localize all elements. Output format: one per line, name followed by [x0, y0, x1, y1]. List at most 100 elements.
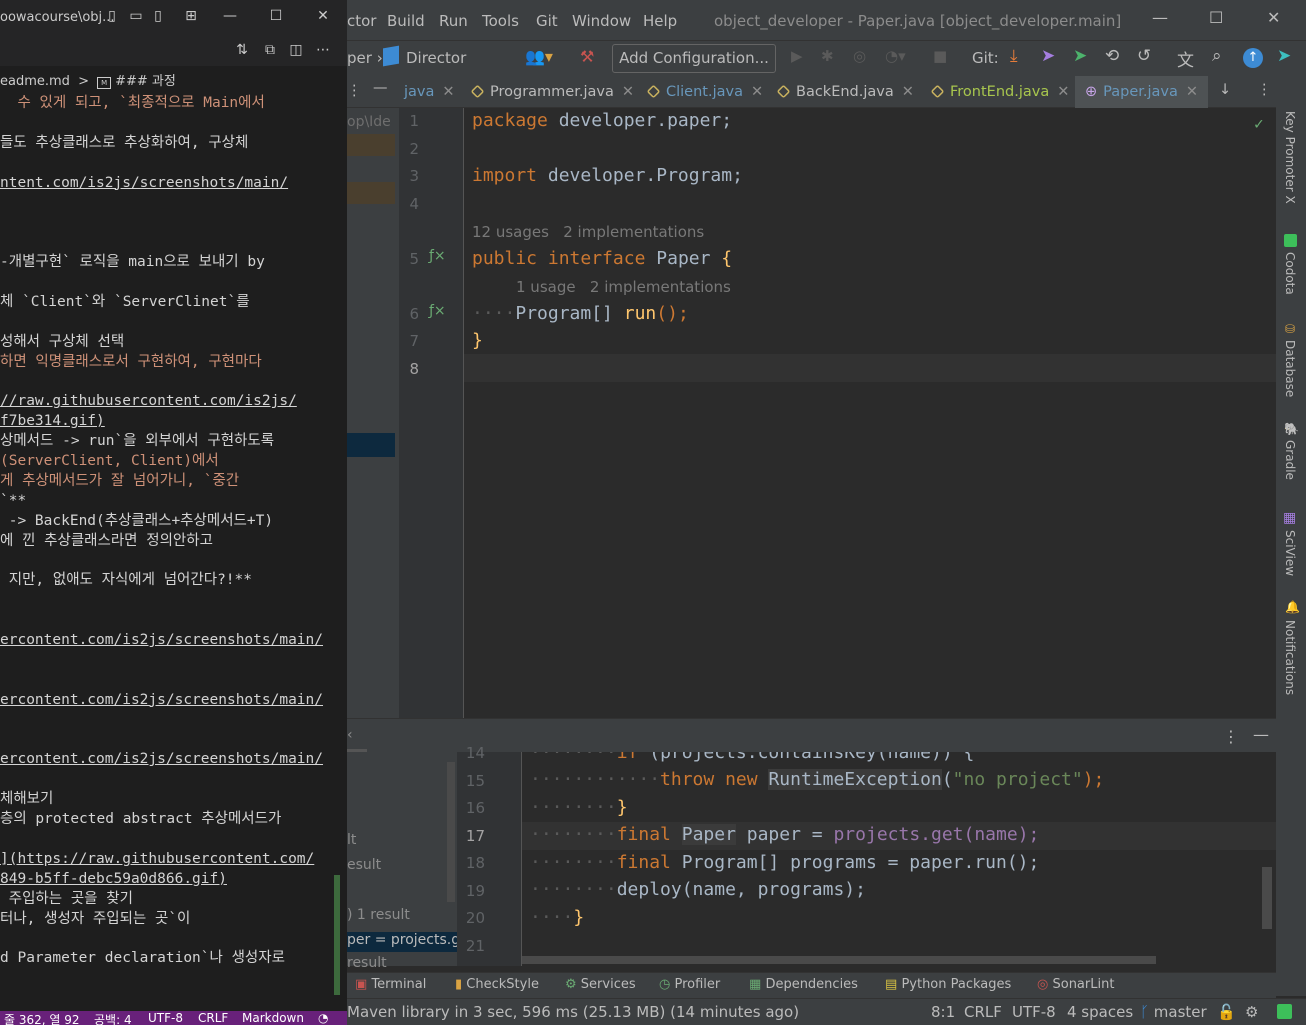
- usage-hint[interactable]: 1 usage 2 implementations: [516, 278, 731, 296]
- key-promoter-tab[interactable]: Key Promoter X: [1283, 111, 1297, 204]
- maximize-icon[interactable]: ☐: [268, 8, 284, 24]
- chevron-left-icon[interactable]: ‹: [347, 727, 353, 743]
- git-branch[interactable]: ᚴ master: [1140, 1003, 1207, 1021]
- stop-icon[interactable]: ■: [933, 47, 947, 65]
- code-editor-preview[interactable]: ········if (projects.containsKey(name)) …: [522, 752, 1276, 966]
- nav-crumb-director[interactable]: Director: [406, 49, 466, 67]
- git-push-icon[interactable]: ➤: [1073, 46, 1087, 66]
- minimize-panel-icon[interactable]: —: [1253, 725, 1269, 744]
- status-cursor-position[interactable]: 줄 362, 열 92: [4, 1011, 80, 1025]
- users-icon[interactable]: 👥▾: [525, 47, 553, 66]
- tab-client[interactable]: Client.java ✕: [646, 76, 763, 108]
- status-eol[interactable]: CRLF: [198, 1011, 228, 1025]
- sciview-tab[interactable]: SciView: [1283, 530, 1297, 576]
- minimize-icon[interactable]: —: [222, 8, 238, 24]
- tool-services[interactable]: ⚙ Services: [565, 977, 636, 992]
- tool-dependencies[interactable]: ▦ Dependencies: [749, 977, 858, 992]
- status-message[interactable]: Maven library in 3 sec, 596 ms (25.13 MB…: [347, 1003, 799, 1021]
- project-row-selected[interactable]: [347, 433, 395, 457]
- tool-terminal[interactable]: ▣ Terminal: [355, 977, 426, 992]
- tab-list-icon[interactable]: ↓: [1219, 82, 1231, 98]
- find-results-panel[interactable]: lt esult ) 1 result per = projects.ge re…: [347, 752, 457, 971]
- result-item[interactable]: lt: [347, 832, 356, 848]
- tab-close-icon[interactable]: ✕: [442, 84, 454, 100]
- menu-build[interactable]: Build: [387, 12, 425, 30]
- nav-crumb-paper[interactable]: per ›: [347, 49, 383, 67]
- sidebar-toggle-icon[interactable]: ▯: [150, 8, 166, 24]
- project-row-highlight[interactable]: [347, 134, 395, 156]
- preview-hscrollbar[interactable]: [522, 956, 1156, 964]
- breadcrumb-section[interactable]: ### 과정: [115, 74, 176, 89]
- more-vertical-icon[interactable]: ⋮: [347, 83, 362, 99]
- code-editor-top[interactable]: package developer.paper; import develope…: [464, 108, 1276, 718]
- open-preview-icon[interactable]: ⧉: [262, 42, 278, 58]
- tool-checkstyle[interactable]: ▮ CheckStyle: [455, 977, 539, 992]
- update-icon[interactable]: ↑: [1243, 48, 1263, 68]
- tab-close-icon[interactable]: ✕: [1057, 84, 1069, 100]
- coverage-icon[interactable]: ◎: [853, 47, 866, 65]
- menu-window[interactable]: Window: [572, 12, 631, 30]
- tab-paper[interactable]: ⊕ Paper.java ✕: [1075, 76, 1209, 111]
- result-item[interactable]: ) 1 result: [347, 907, 410, 923]
- tab-close-icon[interactable]: ✕: [751, 84, 763, 100]
- result-item[interactable]: esult: [347, 857, 381, 873]
- status-encoding[interactable]: UTF-8: [1012, 1003, 1056, 1021]
- profile-icon[interactable]: ◔▾: [885, 47, 906, 65]
- tab-more-icon[interactable]: ⋮: [1257, 82, 1272, 98]
- lock-icon[interactable]: 🔓: [1217, 1003, 1236, 1021]
- tab-frontend[interactable]: FrontEnd.java ✕: [930, 76, 1069, 108]
- status-indent[interactable]: 4 spaces: [1067, 1003, 1133, 1021]
- code-with-me-icon[interactable]: ➤: [1277, 46, 1291, 66]
- tab-close-icon[interactable]: ✕: [622, 84, 634, 100]
- results-scrollbar[interactable]: [447, 762, 455, 902]
- tab-close-icon[interactable]: ✕: [1186, 84, 1198, 100]
- implementations-icon[interactable]: ƒ×: [429, 303, 446, 319]
- implementations-icon[interactable]: ƒ×: [429, 248, 446, 264]
- no-problems-check-icon[interactable]: ✓: [1254, 114, 1264, 133]
- tab-programmer[interactable]: Programmer.java ✕: [470, 76, 634, 108]
- split-editor-icon[interactable]: ◫: [288, 42, 304, 58]
- tab-close-icon[interactable]: ✕: [902, 84, 914, 100]
- history-icon[interactable]: ⟲: [1105, 46, 1119, 66]
- menu-git[interactable]: Git: [536, 12, 558, 30]
- more-vertical-icon[interactable]: ⋮: [1223, 727, 1239, 746]
- vscode-scrollbar[interactable]: [334, 875, 340, 995]
- codota-status-icon[interactable]: [1277, 1004, 1292, 1019]
- ij-minimize-icon[interactable]: —: [1152, 8, 1168, 27]
- tool-python-packages[interactable]: ▤ Python Packages: [885, 977, 1011, 992]
- tab-java[interactable]: java ✕: [404, 76, 455, 108]
- collapse-icon[interactable]: —: [373, 80, 388, 96]
- project-row-highlight[interactable]: [347, 182, 395, 204]
- build-hammer-icon[interactable]: ⚒: [580, 47, 594, 66]
- preview-scrollbar[interactable]: [1262, 867, 1272, 929]
- add-configuration-button[interactable]: Add Configuration...: [612, 44, 776, 73]
- run-icon[interactable]: ▶: [791, 47, 803, 65]
- feedback-icon[interactable]: ◔: [318, 1011, 328, 1025]
- status-indent[interactable]: 공백: 4: [94, 1011, 132, 1025]
- tool-sonarlint[interactable]: ◎ SonarLint: [1037, 977, 1114, 992]
- menu-tools[interactable]: Tools: [482, 12, 519, 30]
- tab-backend[interactable]: BackEnd.java ✕: [776, 76, 914, 108]
- codota-tab[interactable]: Codota: [1283, 252, 1297, 295]
- gradle-tab[interactable]: Gradle: [1283, 440, 1297, 480]
- debug-icon[interactable]: ✱: [821, 47, 834, 65]
- result-item[interactable]: result: [347, 955, 387, 971]
- search-icon[interactable]: ⌕: [1212, 46, 1222, 66]
- status-cursor-position[interactable]: 8:1: [931, 1003, 955, 1021]
- compare-icon[interactable]: ⇅: [234, 42, 250, 58]
- git-update-icon[interactable]: ⤓: [1010, 46, 1018, 66]
- customize-layout-icon[interactable]: ⊞: [183, 8, 199, 24]
- menu-refactor[interactable]: ctor: [347, 12, 376, 30]
- menu-run[interactable]: Run: [439, 12, 468, 30]
- ij-maximize-icon[interactable]: ☐: [1209, 8, 1223, 27]
- database-tab[interactable]: Database: [1283, 340, 1297, 397]
- notifications-tab[interactable]: Notifications: [1283, 620, 1297, 695]
- result-item-selected[interactable]: per = projects.ge: [347, 932, 457, 952]
- git-commit-icon[interactable]: ➤: [1041, 46, 1055, 66]
- ij-close-icon[interactable]: ✕: [1267, 8, 1280, 27]
- usage-hint[interactable]: 12 usages 2 implementations: [472, 223, 704, 241]
- layout-toggle-icon[interactable]: ▯: [104, 8, 120, 24]
- close-icon[interactable]: ✕: [315, 8, 331, 24]
- project-tool-window[interactable]: op\Ide: [347, 108, 399, 718]
- breadcrumb-file[interactable]: eadme.md: [0, 74, 70, 89]
